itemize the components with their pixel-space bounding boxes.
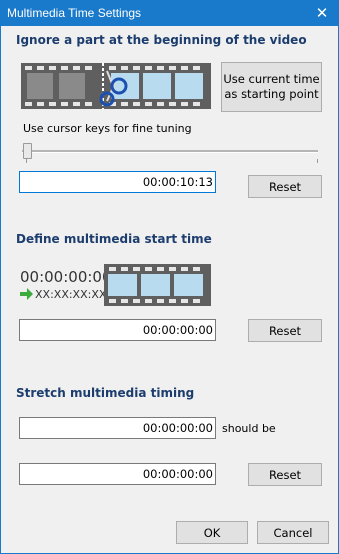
green-arrow-icon	[20, 288, 33, 300]
ok-button[interactable]: OK	[176, 521, 248, 544]
placeholder-time-display: XX:XX:XX:XX	[35, 288, 107, 301]
close-icon[interactable]: ✕	[306, 1, 338, 26]
slider-track[interactable]	[22, 150, 318, 153]
reset-define-button[interactable]: Reset	[248, 319, 322, 342]
reset-stretch-label: Reset	[268, 467, 302, 482]
cancel-label: Cancel	[273, 525, 313, 540]
stretch-to-input[interactable]: 00:00:00:00	[19, 463, 216, 485]
start-offset-value: 00:00:10:13	[142, 175, 213, 189]
slider-thumb[interactable]	[23, 143, 32, 159]
dialog-window: Multimedia Time Settings ✕ Ignore a part…	[0, 0, 339, 554]
stretch-from-input[interactable]: 00:00:00:00	[19, 417, 216, 439]
reset-ignore-label: Reset	[268, 179, 302, 194]
cancel-button[interactable]: Cancel	[257, 521, 329, 544]
big-time-display: 00:00:00:00	[20, 268, 112, 286]
should-be-label: should be	[222, 422, 276, 435]
stretch-from-value: 00:00:00:00	[142, 421, 213, 435]
start-time-value: 00:00:00:00	[142, 323, 213, 337]
start-time-input[interactable]: 00:00:00:00	[19, 319, 216, 341]
start-offset-input[interactable]: 00:00:10:13	[19, 171, 216, 193]
title-bar: Multimedia Time Settings ✕	[1, 1, 338, 26]
filmstrip-icon	[104, 264, 211, 306]
cursor-hint-label: Use cursor keys for fine tuning	[23, 122, 192, 135]
ignore-section-heading: Ignore a part at the beginning of the vi…	[16, 33, 307, 47]
use-current-time-button[interactable]: Use current time as starting point	[221, 62, 322, 112]
stretch-to-value: 00:00:00:00	[142, 467, 213, 481]
reset-ignore-button[interactable]: Reset	[248, 175, 322, 198]
reset-define-label: Reset	[268, 323, 302, 338]
slider-ticks	[26, 159, 318, 163]
scissors-icon	[99, 63, 128, 109]
stretch-section-heading: Stretch multimedia timing	[16, 386, 195, 400]
ok-label: OK	[203, 525, 221, 540]
define-section-heading: Define multimedia start time	[16, 232, 212, 246]
window-title: Multimedia Time Settings	[7, 6, 142, 20]
use-current-time-label: Use current time as starting point	[223, 72, 320, 101]
reset-stretch-button[interactable]: Reset	[248, 463, 322, 486]
